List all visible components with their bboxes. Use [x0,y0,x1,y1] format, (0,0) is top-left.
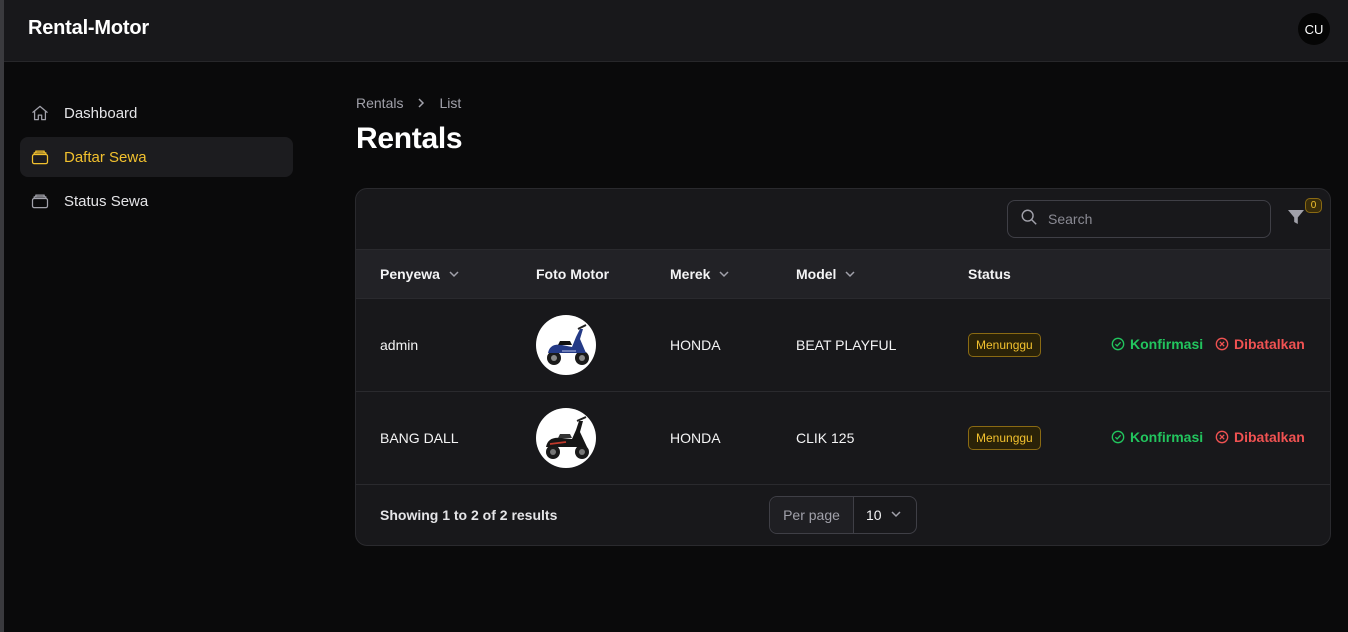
user-avatar[interactable]: CU [1298,13,1330,45]
column-header-status: Status [968,266,1011,282]
breadcrumb: Rentals List [356,95,461,111]
table-row: admin HONDA BEAT PLAYFUL Menunggu Konfir… [356,299,1330,392]
column-header-merek[interactable]: Merek [670,266,730,282]
sidebar: Dashboard Daftar Sewa Status Sewa [20,93,293,225]
brand-title[interactable]: Rental-Motor [28,17,149,40]
confirm-button[interactable]: Konfirmasi [1111,336,1203,352]
x-circle-icon [1215,337,1229,351]
cancel-button[interactable]: Dibatalkan [1215,336,1305,352]
results-summary: Showing 1 to 2 of 2 results [380,507,558,523]
cell-penyewa: BANG DALL [380,430,459,446]
window-edge [0,0,4,632]
status-badge: Menunggu [968,333,1041,357]
column-header-model[interactable]: Model [796,266,856,282]
table-footer: Showing 1 to 2 of 2 results Per page 10 [356,485,1330,545]
check-circle-icon [1111,430,1125,444]
confirm-label: Konfirmasi [1130,336,1204,352]
filter-icon [1288,210,1304,224]
cell-model: CLIK 125 [796,430,855,446]
rentals-table-card: 0 Penyewa Foto Motor Merek Model Status … [355,188,1331,546]
column-header-label: Status [968,266,1011,282]
table-row: BANG DALL HONDA CLIK 125 Menunggu Konfir… [356,392,1330,485]
table-toolbar: 0 [356,189,1330,250]
filter-button[interactable] [1286,207,1308,231]
cancel-button[interactable]: Dibatalkan [1215,429,1305,445]
search-icon [1020,208,1038,231]
archive-icon [30,147,50,167]
cell-merek: HONDA [670,430,721,446]
sidebar-item-dashboard[interactable]: Dashboard [20,93,293,133]
cell-penyewa: admin [380,337,419,353]
cancel-label: Dibatalkan [1234,336,1305,352]
column-header-label: Foto Motor [536,266,610,282]
confirm-label: Konfirmasi [1130,429,1204,445]
sidebar-item-daftar-sewa[interactable]: Daftar Sewa [20,137,293,177]
sidebar-item-label: Status Sewa [64,192,149,210]
sidebar-item-status-sewa[interactable]: Status Sewa [20,181,293,221]
sidebar-item-label: Dashboard [64,104,138,122]
column-header-penyewa[interactable]: Penyewa [380,266,460,282]
cell-model: BEAT PLAYFUL [796,337,897,353]
chevron-down-icon [890,507,902,523]
table-header: Penyewa Foto Motor Merek Model Status [356,250,1330,299]
archive-icon [30,191,50,211]
sidebar-item-label: Daftar Sewa [64,148,147,166]
chevron-right-icon [415,97,427,109]
per-page-select: Per page 10 [769,496,917,534]
page-title: Rentals [356,122,463,155]
scooter-photo [536,315,596,375]
confirm-button[interactable]: Konfirmasi [1111,429,1203,445]
scooter-photo [536,408,596,468]
top-bar: Rental-Motor CU [4,0,1348,62]
column-header-label: Merek [670,266,711,282]
x-circle-icon [1215,430,1229,444]
breadcrumb-parent[interactable]: Rentals [356,95,403,111]
chevron-down-icon [844,268,856,280]
home-icon [30,103,50,123]
status-badge: Menunggu [968,426,1041,450]
per-page-dropdown[interactable]: 10 [854,507,916,523]
cell-merek: HONDA [670,337,721,353]
column-header-foto-motor: Foto Motor [536,266,609,282]
filter-count-badge: 0 [1305,198,1322,213]
cancel-label: Dibatalkan [1234,429,1305,445]
column-header-label: Model [796,266,837,282]
search-input[interactable] [1048,211,1248,227]
check-circle-icon [1111,337,1125,351]
search-box [1007,200,1271,238]
chevron-down-icon [718,268,730,280]
breadcrumb-current: List [439,95,462,111]
chevron-down-icon [448,268,460,280]
column-header-label: Penyewa [380,266,440,282]
per-page-value: 10 [866,507,882,523]
per-page-label: Per page [770,497,854,533]
